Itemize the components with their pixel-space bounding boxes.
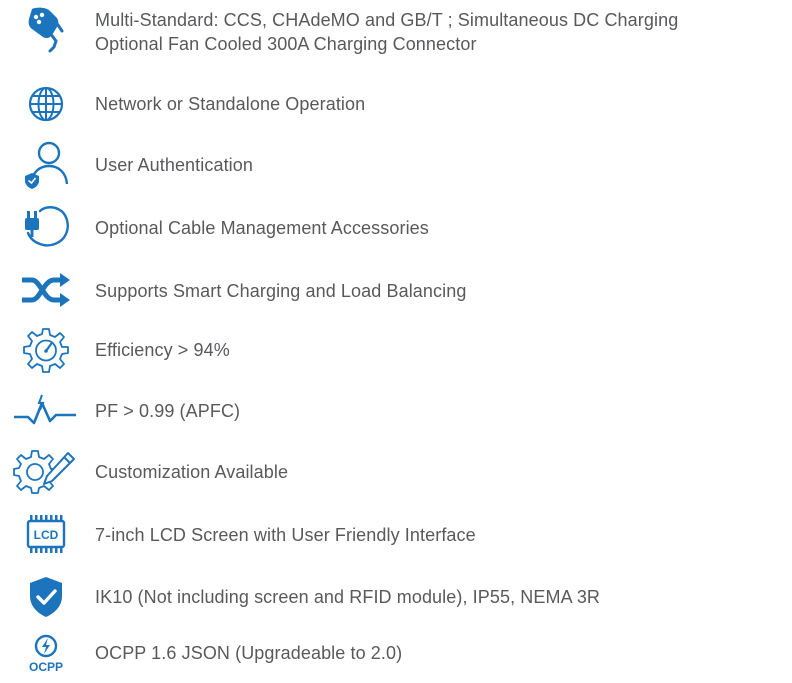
feature-line: Network or Standalone Operation: [95, 94, 366, 114]
power-wave-icon: [10, 382, 80, 438]
feature-line: Optional Fan Cooled 300A Charging Connec…: [95, 34, 477, 54]
globe-icon: [18, 76, 74, 132]
feature-text: PF > 0.99 (APFC): [95, 399, 240, 423]
feature-line: Optional Cable Management Accessories: [95, 218, 429, 238]
shuffle-arrows-icon: [18, 262, 74, 318]
feature-text: Supports Smart Charging and Load Balanci…: [95, 279, 466, 303]
user-shield-icon: [18, 136, 74, 192]
lcd-screen-icon: LCD: [18, 506, 74, 562]
shield-check-icon: [18, 569, 74, 625]
feature-text: Efficiency > 94%: [95, 338, 230, 362]
feature-text: Customization Available: [95, 460, 288, 484]
feature-line: Supports Smart Charging and Load Balanci…: [95, 281, 467, 301]
plug-cable-icon: [18, 199, 74, 255]
feature-text: Optional Cable Management Accessories: [95, 216, 429, 240]
feature-line: Customization Available: [95, 462, 289, 482]
feature-line: OCPP 1.6 JSON (Upgradeable to 2.0): [95, 643, 403, 663]
gear-pencil-icon: [12, 443, 76, 499]
feature-line: User Authentication: [95, 155, 253, 175]
feature-line: IK10 (Not including screen and RFID modu…: [95, 587, 601, 607]
feature-line: PF > 0.99 (APFC): [95, 401, 241, 421]
feature-text: User Authentication: [95, 153, 253, 177]
feature-text: Network or Standalone Operation: [95, 92, 365, 116]
charging-connector-icon: [18, 2, 74, 58]
ocpp-logo-icon: OCPP: [18, 627, 74, 683]
feature-text: Multi-Standard: CCS, CHAdeMO and GB/T ; …: [95, 8, 678, 56]
feature-line: Efficiency > 94%: [95, 340, 230, 360]
lcd-icon-label: LCD: [34, 528, 59, 542]
feature-text: IK10 (Not including screen and RFID modu…: [95, 585, 600, 609]
feature-list: Multi-Standard: CCS, CHAdeMO and GB/T ; …: [0, 0, 792, 681]
feature-text: 7-inch LCD Screen with User Friendly Int…: [95, 523, 476, 547]
feature-line: Multi-Standard: CCS, CHAdeMO and GB/T ; …: [95, 10, 679, 30]
feature-text: OCPP 1.6 JSON (Upgradeable to 2.0): [95, 641, 402, 665]
gear-gauge-icon: [18, 322, 74, 378]
feature-line: 7-inch LCD Screen with User Friendly Int…: [95, 525, 476, 545]
ocpp-icon-label: OCPP: [29, 660, 63, 674]
